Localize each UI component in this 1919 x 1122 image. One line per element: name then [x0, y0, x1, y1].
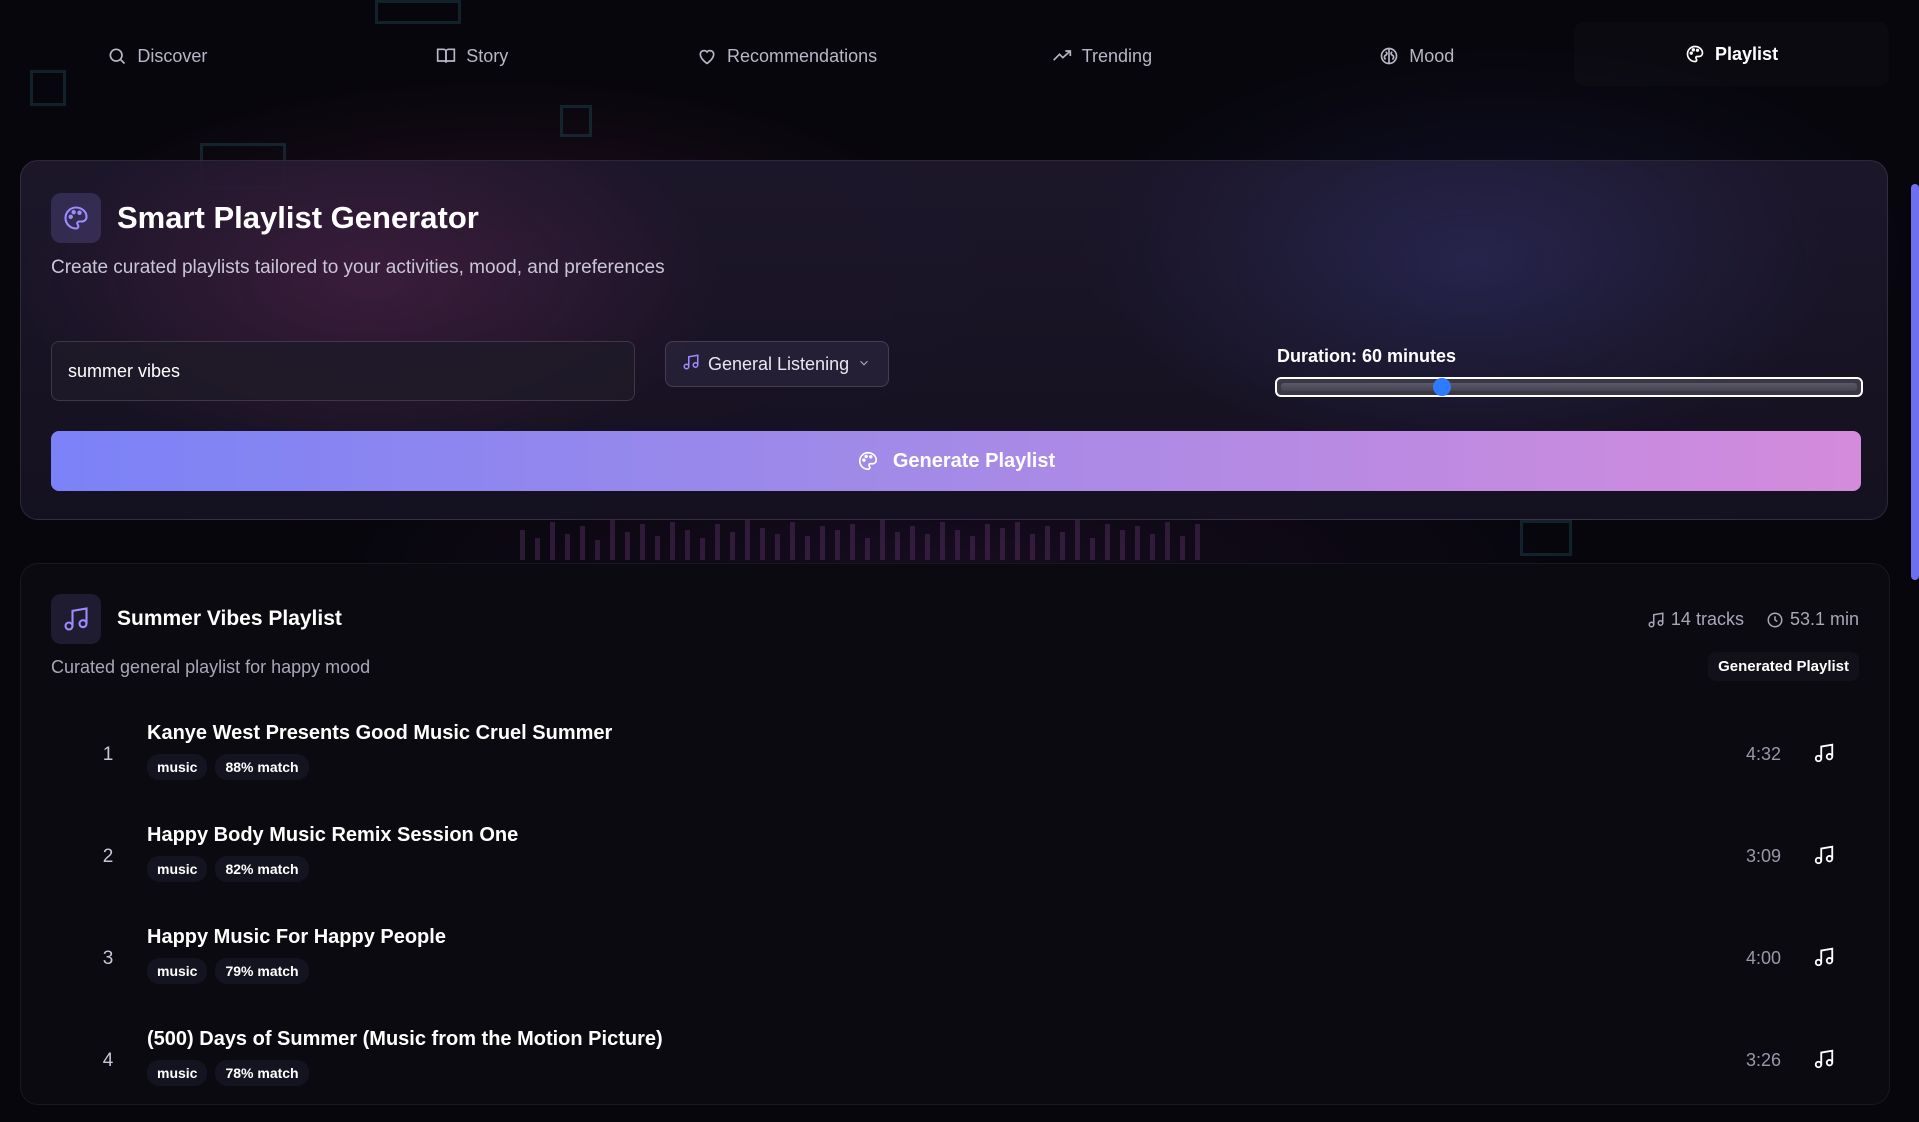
playlist-title: Summer Vibes Playlist [117, 607, 342, 631]
brain-icon [1379, 46, 1399, 66]
track-row[interactable]: 2 Happy Body Music Remix Session One mus… [51, 816, 1861, 918]
match-tag: 78% match [215, 1060, 308, 1086]
nav-tab-trending[interactable]: Trending [944, 20, 1259, 92]
track-number: 3 [101, 948, 115, 970]
genre-tag: music [147, 754, 207, 780]
track-count: 14 tracks [1671, 609, 1744, 630]
heart-icon [697, 46, 717, 66]
duration-slider[interactable] [1275, 377, 1863, 397]
palette-icon [857, 450, 879, 472]
nav-tab-label: Story [466, 46, 508, 67]
track-play-button[interactable] [1813, 946, 1835, 973]
nav-tab-label: Mood [1409, 46, 1454, 67]
playlist-icon-tile [51, 594, 101, 644]
nav-tab-discover[interactable]: Discover [0, 20, 315, 92]
duration-slider-track [1281, 383, 1857, 391]
total-duration-stat: 53.1 min [1766, 609, 1859, 630]
duration-slider-thumb[interactable] [1433, 378, 1451, 396]
track-play-button[interactable] [1813, 844, 1835, 871]
track-duration: 4:32 [1746, 744, 1781, 765]
chevron-down-icon [857, 356, 871, 370]
genre-tag: music [147, 958, 207, 984]
generator-title: Smart Playlist Generator [117, 200, 479, 236]
generate-playlist-button[interactable]: Generate Playlist [51, 431, 1861, 491]
track-title: Happy Music For Happy People [147, 926, 446, 949]
palette-icon [1685, 44, 1705, 64]
top-nav: Discover Story Recommendations Trending … [0, 20, 1919, 92]
activity-select-value: General Listening [708, 354, 849, 375]
nav-tab-playlist[interactable]: Playlist [1574, 22, 1889, 86]
track-row[interactable]: 3 Happy Music For Happy People music 79%… [51, 918, 1861, 1020]
track-duration: 4:00 [1746, 948, 1781, 969]
duration-label: Duration: 60 minutes [1277, 346, 1456, 367]
nav-tab-story[interactable]: Story [315, 20, 630, 92]
clock-icon [1766, 611, 1784, 629]
track-tags: music 79% match [147, 958, 309, 984]
match-tag: 79% match [215, 958, 308, 984]
music-note-icon [682, 353, 700, 371]
track-row[interactable]: 4 (500) Days of Summer (Music from the M… [51, 1020, 1861, 1122]
track-title: Happy Body Music Remix Session One [147, 824, 518, 847]
palette-icon [62, 204, 90, 232]
activity-select[interactable]: General Listening [665, 341, 889, 387]
playlist-result-card: Summer Vibes Playlist Curated general pl… [20, 563, 1890, 1105]
trending-up-icon [1052, 46, 1072, 66]
playlist-stats: 14 tracks 53.1 min [1647, 609, 1859, 630]
track-duration: 3:26 [1746, 1050, 1781, 1071]
track-play-button[interactable] [1813, 742, 1835, 769]
nav-tab-recommendations[interactable]: Recommendations [630, 20, 945, 92]
generator-header: Smart Playlist Generator [51, 193, 479, 243]
match-tag: 82% match [215, 856, 308, 882]
generate-playlist-label: Generate Playlist [893, 450, 1055, 473]
genre-tag: music [147, 1060, 207, 1086]
nav-tab-label: Recommendations [727, 46, 877, 67]
music-note-icon [62, 605, 90, 633]
book-icon [436, 46, 456, 66]
track-number: 4 [101, 1050, 115, 1072]
search-icon [107, 46, 127, 66]
nav-tab-label: Discover [137, 46, 207, 67]
track-title: (500) Days of Summer (Music from the Mot… [147, 1028, 663, 1051]
nav-tab-label: Playlist [1715, 44, 1778, 65]
total-duration: 53.1 min [1790, 609, 1859, 630]
track-tags: music 78% match [147, 1060, 309, 1086]
match-tag: 88% match [215, 754, 308, 780]
track-play-button[interactable] [1813, 1048, 1835, 1075]
track-count-stat: 14 tracks [1647, 609, 1744, 630]
generated-playlist-badge: Generated Playlist [1708, 652, 1859, 681]
playlist-subtitle: Curated general playlist for happy mood [51, 657, 370, 678]
track-title: Kanye West Presents Good Music Cruel Sum… [147, 722, 612, 745]
music-note-icon [1813, 946, 1835, 968]
music-note-icon [1813, 844, 1835, 866]
track-number: 1 [101, 744, 115, 766]
music-note-icon [1813, 742, 1835, 764]
track-tags: music 82% match [147, 856, 309, 882]
music-note-icon [1647, 611, 1665, 629]
track-row[interactable]: 1 Kanye West Presents Good Music Cruel S… [51, 714, 1861, 816]
track-list: 1 Kanye West Presents Good Music Cruel S… [51, 714, 1861, 1122]
nav-tab-label: Trending [1082, 46, 1152, 67]
music-note-icon [1813, 1048, 1835, 1070]
genre-tag: music [147, 856, 207, 882]
nav-tab-mood[interactable]: Mood [1259, 20, 1574, 92]
generator-subtitle: Create curated playlists tailored to you… [51, 257, 665, 279]
playlist-generator-card: Smart Playlist Generator Create curated … [20, 160, 1888, 520]
track-number: 2 [101, 846, 115, 868]
playlist-header: Summer Vibes Playlist [51, 594, 342, 644]
page-scrollbar[interactable] [1911, 184, 1919, 580]
playlist-theme-input[interactable] [51, 341, 635, 401]
track-tags: music 88% match [147, 754, 309, 780]
generator-icon-tile [51, 193, 101, 243]
track-duration: 3:09 [1746, 846, 1781, 867]
